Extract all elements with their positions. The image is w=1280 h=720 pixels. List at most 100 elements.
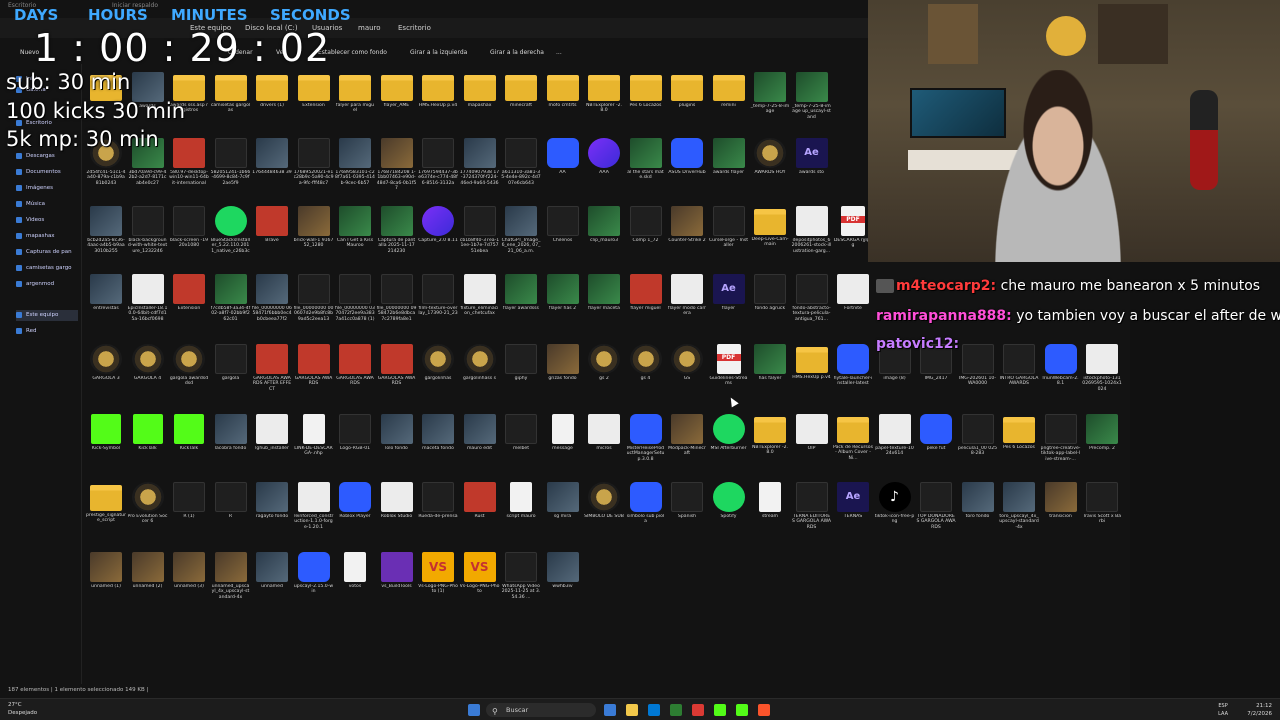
- file-item[interactable]: pelicula1_00 0258-283: [958, 414, 998, 480]
- taskbar-app-icon[interactable]: [758, 704, 770, 716]
- file-item[interactable]: TOP DONADORES GARGOLA AWARDS: [916, 482, 956, 548]
- file-item[interactable]: lacobra fondo: [211, 414, 251, 480]
- file-item[interactable]: Roblox Player: [335, 482, 375, 548]
- file-item[interactable]: al the stars mate.skd: [626, 138, 666, 204]
- file-item[interactable]: script mauro: [501, 482, 541, 548]
- rotate-left-button[interactable]: Girar a la izquierda: [410, 49, 467, 56]
- breadcrumb-item[interactable]: Escritorio: [398, 24, 431, 32]
- file-item[interactable]: clip_mauro3: [584, 206, 624, 272]
- file-item[interactable]: Extension: [169, 274, 209, 340]
- file-item[interactable]: ♪ tiktok-icon-free-png: [875, 482, 915, 548]
- file-item[interactable]: fondo agruck: [750, 274, 790, 340]
- taskbar-app-icon[interactable]: [736, 704, 748, 716]
- file-item[interactable]: MSI Afterburner: [709, 414, 749, 480]
- file-item[interactable]: votos: [335, 552, 375, 618]
- file-item[interactable]: IriunWebcam-2.8.1: [1041, 344, 1081, 410]
- file-item[interactable]: istockphoto-1310269595-1024x1024: [1082, 344, 1122, 410]
- file-item[interactable]: GARGOLAS AWARDS: [335, 344, 375, 410]
- file-item[interactable]: 580.97-desktop-win10-win11-64bit-interna…: [169, 138, 209, 204]
- file-item[interactable]: remini: [709, 72, 749, 138]
- file-item[interactable]: gargolinhass s: [460, 344, 500, 410]
- file-item[interactable]: plugins: [667, 72, 707, 138]
- file-item[interactable]: Ae flayer: [709, 274, 749, 340]
- file-item[interactable]: peke fut: [916, 414, 956, 480]
- nav-item[interactable]: Capturas de pan: [16, 247, 78, 258]
- file-item[interactable]: R (1): [169, 482, 209, 548]
- file-item[interactable]: GARGOLAS AWARDS AFTER EFFECT: [252, 344, 292, 410]
- file-item[interactable]: 17689583101-c28f7a61-0395-414b-9cec-6b57: [335, 138, 375, 204]
- weather-widget[interactable]: 27°C Despejado: [8, 701, 37, 717]
- taskbar-app-icon[interactable]: [604, 704, 616, 716]
- file-item[interactable]: Pes 6 Locazos: [999, 414, 1039, 480]
- file-item[interactable]: drivers (1): [252, 72, 292, 138]
- file-item[interactable]: simbolo sub piola: [626, 482, 666, 548]
- file-item[interactable]: falyer para miguel: [335, 72, 375, 138]
- file-item[interactable]: mapashax: [460, 72, 500, 138]
- file-item[interactable]: 17689520021-e1c28b9c-5a90-4c9a-9fc-fff48…: [294, 138, 334, 204]
- file-item[interactable]: Comp 1_72: [626, 206, 666, 272]
- file-item[interactable]: giphy: [501, 344, 541, 410]
- file-item[interactable]: flayer maceta: [584, 274, 624, 340]
- file-item[interactable]: flayer has 2: [543, 274, 583, 340]
- file-item[interactable]: gargolinhas: [418, 344, 458, 410]
- file-item[interactable]: flayer modo carrera: [667, 274, 707, 340]
- file-item[interactable]: file_00000000 0658471f6bbb0ec4b0cbeea77f…: [252, 274, 292, 340]
- file-item[interactable]: DESCARGA rjjlgcg: [833, 206, 873, 272]
- taskbar-search[interactable]: ⚲ Buscar: [486, 703, 596, 717]
- nav-item[interactable]: argenmod: [16, 279, 78, 290]
- file-item[interactable]: 17740907938 17-3724370f-f224-46ed-9a64-5…: [460, 138, 500, 204]
- file-item[interactable]: toro fondo: [958, 482, 998, 548]
- file-item[interactable]: Pack de Recursos - Album Cover - Ni...: [833, 414, 873, 480]
- file-item[interactable]: hytale-launcher-installer-latest: [833, 344, 873, 410]
- file-item[interactable]: Spanish: [667, 482, 707, 548]
- file-item[interactable]: 582051241-1b66-4699-8c84-7c9f2ae5f9: [211, 138, 251, 204]
- taskbar-app-icon[interactable]: [670, 704, 682, 716]
- file-item[interactable]: upscayl-2.15.0-win: [294, 552, 334, 618]
- file-item[interactable]: wwhb3iv: [543, 552, 583, 618]
- file-item[interactable]: file_00000000 0370472f2ee9a3837a41cc0a87…: [335, 274, 375, 340]
- file-item[interactable]: ragayto fondo: [252, 482, 292, 548]
- file-item[interactable]: HMS.HexUp p.v4: [792, 344, 832, 410]
- file-item[interactable]: unnamed_upscayl_4x_upscayl-standard-4x: [211, 552, 251, 618]
- clock[interactable]: 21:12 7/2/2026: [1247, 702, 1272, 718]
- file-item[interactable]: fondo-abstracto-textura-pelicula-antigua…: [792, 274, 832, 340]
- file-item[interactable]: Precomp. 2: [1082, 414, 1122, 480]
- file-item[interactable]: Extension: [294, 72, 334, 138]
- file-item[interactable]: _temp-7-25-8-image up_uscayl-stand: [792, 72, 832, 138]
- file-item[interactable]: mofo cmtrts: [543, 72, 583, 138]
- file-item[interactable]: 17644484638 39: [252, 138, 292, 204]
- file-item[interactable]: Counter-Strike 2: [667, 206, 707, 272]
- file-item[interactable]: gargola awardsddsd: [169, 344, 209, 410]
- file-item[interactable]: Ae awards sto: [792, 138, 832, 204]
- more-options-button[interactable]: ...: [556, 49, 562, 56]
- file-item[interactable]: GARGOLAS AWARDS: [294, 344, 334, 410]
- file-item[interactable]: Deep-Live-Cam-main: [750, 206, 790, 272]
- file-item[interactable]: stream: [750, 482, 790, 548]
- file-item[interactable]: VS Vs-Logo-PNG-Photo: [460, 552, 500, 618]
- file-item[interactable]: IMG-202601 10-WA0000: [958, 344, 998, 410]
- file-item[interactable]: Modpack-Minecraft: [667, 414, 707, 480]
- file-item[interactable]: LINK-DE-DESCARGA-.nhp: [294, 414, 334, 480]
- file-item[interactable]: Fortnite: [833, 274, 873, 340]
- file-item[interactable]: GARGOLAS AWARDS: [377, 344, 417, 410]
- file-item[interactable]: Brave: [252, 206, 292, 272]
- file-item[interactable]: KickTalk: [128, 414, 168, 480]
- file-item[interactable]: MisterHeiseProductManagerSetup.3.0.8: [626, 414, 666, 480]
- file-item[interactable]: KickTalk: [169, 414, 209, 480]
- nav-item[interactable]: mapashax: [16, 231, 78, 242]
- file-item[interactable]: transicion: [1041, 482, 1081, 548]
- file-item[interactable]: OIP: [792, 414, 832, 480]
- file-item[interactable]: GS: [667, 344, 707, 410]
- nav-item[interactable]: Este equipo: [16, 310, 78, 321]
- file-item[interactable]: f7cdb58f-3a34-4f02-a8f7-02bb9f262c01: [211, 274, 251, 340]
- file-item[interactable]: papel-texture-1024x614: [875, 414, 915, 480]
- file-item[interactable]: black-screen -1920x1080: [169, 206, 209, 272]
- file-item[interactable]: 17697594437-3be6374e-c774-48f6-8516-3132…: [418, 138, 458, 204]
- file-item[interactable]: unnamed: [252, 552, 292, 618]
- file-item[interactable]: Pes 6 Locazos: [626, 72, 666, 138]
- file-item[interactable]: awards flayer: [709, 138, 749, 204]
- file-item[interactable]: IMG_2417: [916, 344, 956, 410]
- file-item[interactable]: flayer_AME: [377, 72, 417, 138]
- file-item[interactable]: Capture_2.0 8.11: [418, 206, 458, 272]
- file-item[interactable]: Rueda-de-prensa: [418, 482, 458, 548]
